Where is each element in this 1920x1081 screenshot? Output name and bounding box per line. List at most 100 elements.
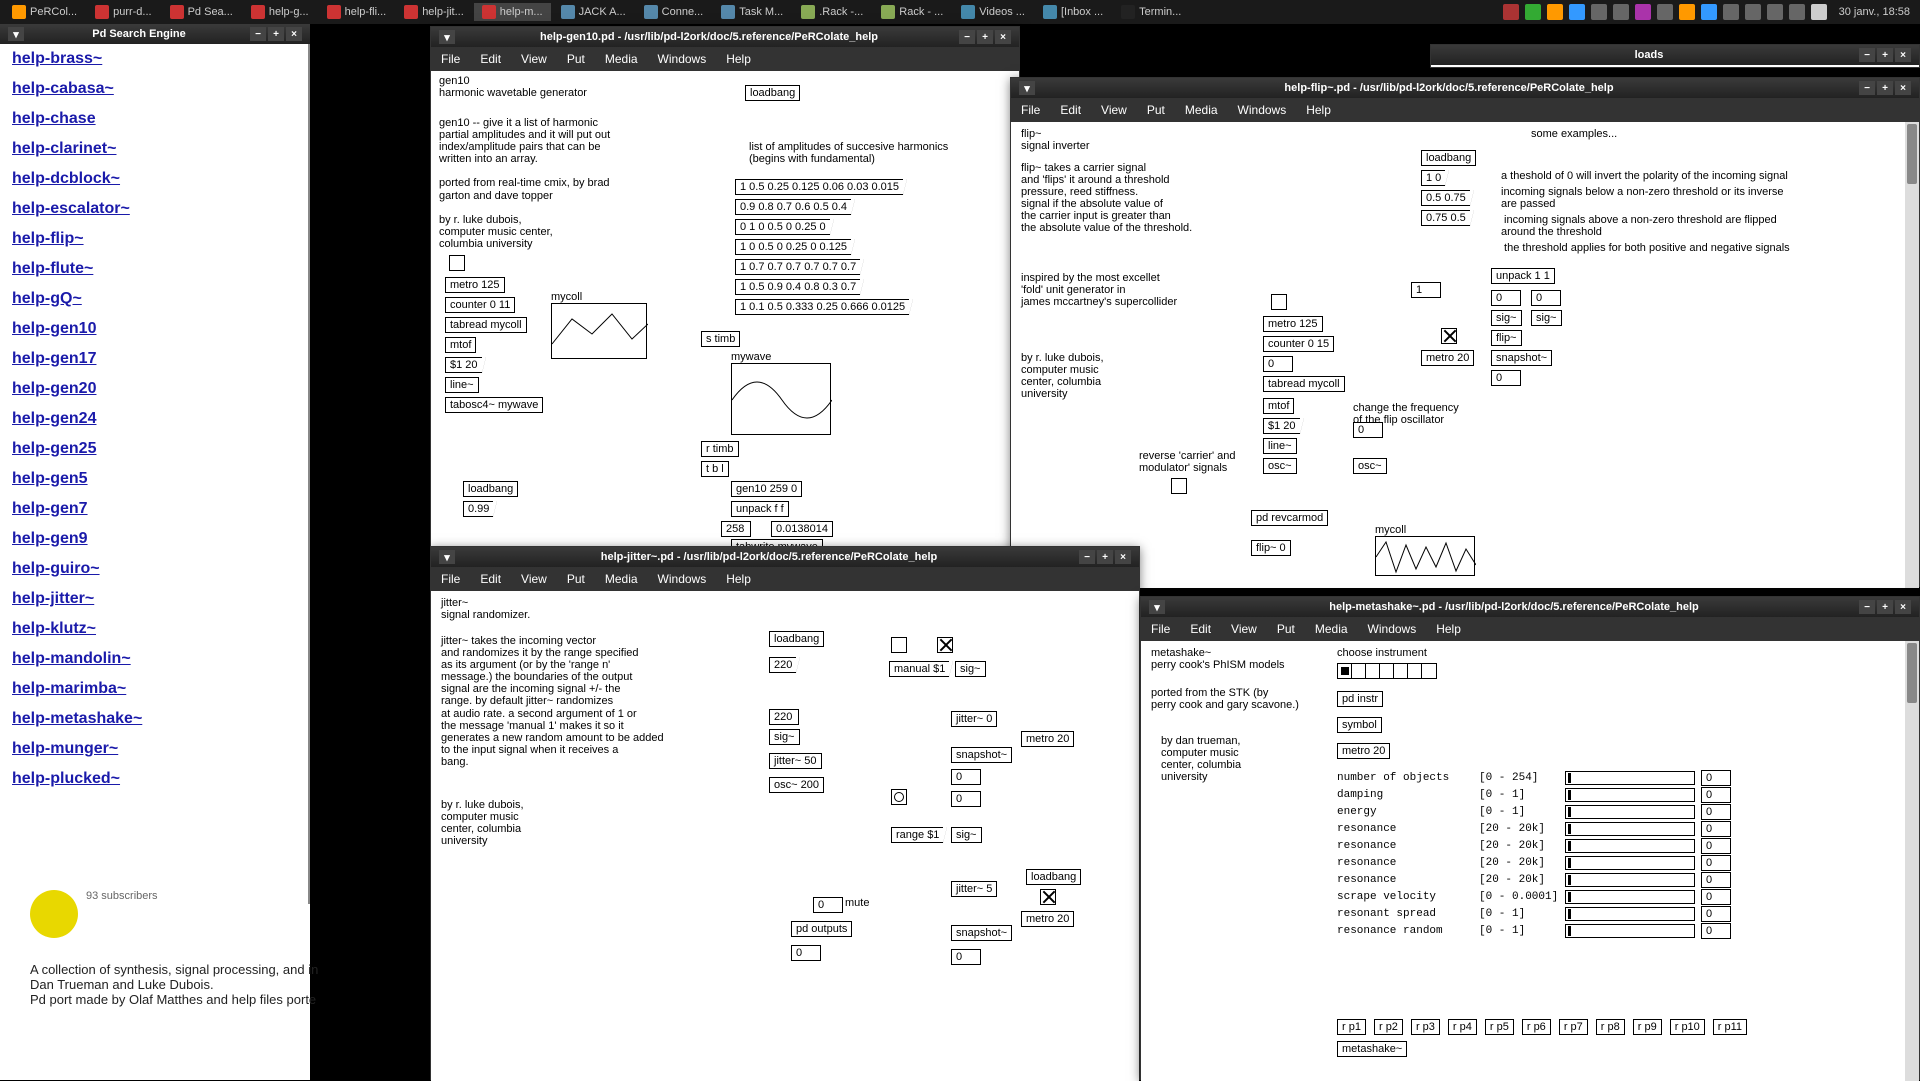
minimize-button[interactable]: − (1859, 600, 1875, 614)
trigger-object[interactable]: t b l (701, 461, 729, 477)
receive-object[interactable]: r p9 (1633, 1019, 1662, 1035)
param-value[interactable]: 0 (1701, 906, 1731, 922)
jitter-object[interactable]: jitter~ 50 (769, 753, 822, 769)
menu-file[interactable]: File (431, 49, 470, 69)
gen10-object[interactable]: gen10 259 0 (731, 481, 802, 497)
maximize-button[interactable]: + (1877, 81, 1893, 95)
receive-object[interactable]: r p10 (1670, 1019, 1705, 1035)
receive-object[interactable]: r p6 (1522, 1019, 1551, 1035)
instrument-radio[interactable] (1337, 663, 1437, 679)
search-result[interactable]: help-gen25 (0, 434, 308, 464)
maximize-button[interactable]: + (1097, 550, 1113, 564)
scrollbar[interactable] (1905, 122, 1919, 588)
metro-object[interactable]: metro 20 (1021, 911, 1074, 927)
search-result[interactable]: help-jitter~ (0, 584, 308, 614)
tray-icon[interactable] (1503, 4, 1519, 20)
param-value[interactable]: 0 (1701, 889, 1731, 905)
array-display[interactable] (1375, 536, 1475, 576)
menu-media[interactable]: Media (595, 49, 648, 69)
menu-view[interactable]: View (1221, 619, 1267, 639)
toggle[interactable] (1441, 328, 1457, 344)
search-result[interactable]: help-gen10 (0, 314, 308, 344)
close-button[interactable]: × (995, 30, 1011, 44)
tb-app-1[interactable]: purr-d... (87, 3, 160, 21)
loadbang-object[interactable]: loadbang (1421, 150, 1476, 166)
minimize-button[interactable]: − (959, 30, 975, 44)
metashake-object[interactable]: metashake~ (1337, 1041, 1407, 1057)
line-object[interactable]: line~ (1263, 438, 1297, 454)
send-object[interactable]: s timb (701, 331, 740, 347)
menu-help[interactable]: Help (716, 49, 761, 69)
menu-help[interactable]: Help (1296, 100, 1341, 120)
tabosc-object[interactable]: tabosc4~ mywave (445, 397, 543, 413)
metro-object[interactable]: metro 20 (1337, 743, 1390, 759)
param-value[interactable]: 0 (1701, 821, 1731, 837)
osc-object[interactable]: osc~ (1263, 458, 1297, 474)
receive-object[interactable]: r timb (701, 441, 739, 457)
search-result[interactable]: help-guiro~ (0, 554, 308, 584)
symbol-object[interactable]: symbol (1337, 717, 1382, 733)
message[interactable]: range $1 (891, 827, 944, 843)
receive-object[interactable]: r p7 (1559, 1019, 1588, 1035)
maximize-button[interactable]: + (1877, 48, 1893, 62)
tabread-object[interactable]: tabread mycoll (1263, 376, 1345, 392)
number[interactable]: 0 (951, 791, 981, 807)
tb-app-11[interactable]: Rack - ... (873, 3, 951, 21)
number[interactable]: 0 (1491, 370, 1521, 386)
search-result[interactable]: help-gen7 (0, 494, 308, 524)
minimize-button[interactable]: − (1859, 81, 1875, 95)
array-display[interactable] (551, 303, 647, 359)
menu-windows[interactable]: Windows (648, 569, 717, 589)
tray-icon[interactable] (1723, 4, 1739, 20)
search-result[interactable]: help-munger~ (0, 734, 308, 764)
sig-object[interactable]: sig~ (951, 827, 982, 843)
tray-icon[interactable] (1591, 4, 1607, 20)
menu-put[interactable]: Put (1267, 619, 1305, 639)
subpatch[interactable]: pd revcarmod (1251, 510, 1328, 526)
metro-object[interactable]: metro 20 (1421, 350, 1474, 366)
toggle[interactable] (449, 255, 465, 271)
close-button[interactable]: × (1895, 81, 1911, 95)
sig-object[interactable]: sig~ (1491, 310, 1522, 326)
metro-object[interactable]: metro 20 (1021, 731, 1074, 747)
loadbang-object[interactable]: loadbang (769, 631, 824, 647)
minimize-button[interactable]: − (1859, 48, 1875, 62)
message[interactable]: 220 (769, 657, 797, 673)
search-result[interactable]: help-dcblock~ (0, 164, 308, 194)
subpatch[interactable]: pd outputs (791, 921, 852, 937)
search-result[interactable]: help-gen9 (0, 524, 308, 554)
param-slider[interactable] (1565, 856, 1695, 870)
menu-file[interactable]: File (1011, 100, 1050, 120)
menu-file[interactable]: File (431, 569, 470, 589)
number[interactable]: 0 (1263, 356, 1293, 372)
tray-icon[interactable] (1789, 4, 1805, 20)
number[interactable]: 258 (721, 521, 751, 537)
unpack-object[interactable]: unpack f f (731, 501, 789, 517)
param-value[interactable]: 0 (1701, 804, 1731, 820)
number[interactable]: 1 (1411, 282, 1441, 298)
osc-object[interactable]: osc~ 200 (769, 777, 824, 793)
search-result[interactable]: help-klutz~ (0, 614, 308, 644)
metro-object[interactable]: metro 125 (445, 277, 505, 293)
search-result[interactable]: help-gen5 (0, 464, 308, 494)
close-button[interactable]: × (1895, 48, 1911, 62)
tray-icon[interactable] (1525, 4, 1541, 20)
menu-put[interactable]: Put (1137, 100, 1175, 120)
menu-help[interactable]: Help (716, 569, 761, 589)
flip-object[interactable]: flip~ (1491, 330, 1522, 346)
receive-object[interactable]: r p4 (1448, 1019, 1477, 1035)
search-result[interactable]: help-clarinet~ (0, 134, 308, 164)
param-value[interactable]: 0 (1701, 923, 1731, 939)
menu-icon[interactable]: ▾ (1019, 81, 1035, 95)
subpatch[interactable]: pd instr (1337, 691, 1383, 707)
number[interactable]: 0 (1353, 422, 1383, 438)
loadbang-object[interactable]: loadbang (463, 481, 518, 497)
maximize-button[interactable]: + (1877, 600, 1893, 614)
patch-canvas[interactable]: flip~ signal inverter flip~ takes a carr… (1011, 122, 1919, 588)
menu-view[interactable]: View (511, 49, 557, 69)
minimize-button[interactable]: − (250, 27, 266, 41)
tb-app-2[interactable]: Pd Sea... (162, 3, 241, 21)
patch-canvas[interactable]: gen10 harmonic wavetable generator gen10… (431, 71, 1019, 547)
search-result[interactable]: help-marimba~ (0, 674, 308, 704)
number[interactable]: 0 (951, 769, 981, 785)
